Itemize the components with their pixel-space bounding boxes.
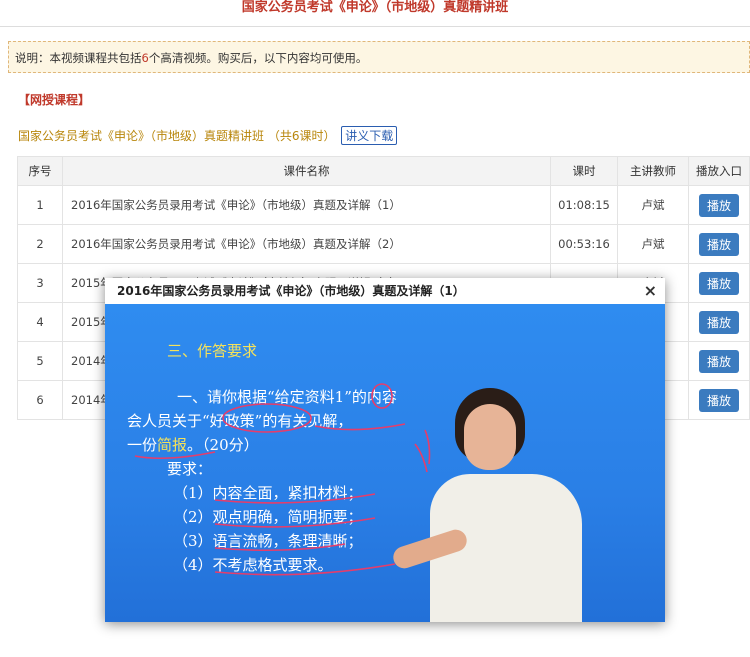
row-play-cell: 播放 <box>688 263 750 303</box>
table-row: 2 2016年国家公务员录用考试《申论》（市地级）真题及详解（2） 00:53:… <box>17 224 750 264</box>
row-play-cell: 播放 <box>688 185 750 225</box>
table-row: 1 2016年国家公务员录用考试《申论》（市地级）真题及详解（1） 01:08:… <box>17 185 750 225</box>
row-play-cell: 播放 <box>688 224 750 264</box>
row-play-cell: 播放 <box>688 341 750 381</box>
play-button[interactable]: 播放 <box>698 232 739 256</box>
row-duration: 01:08:15 <box>550 185 618 225</box>
row-no: 5 <box>17 341 63 381</box>
row-no: 3 <box>17 263 63 303</box>
play-button[interactable]: 播放 <box>698 310 739 334</box>
col-header-name: 课件名称 <box>62 156 551 186</box>
row-duration: 00:53:16 <box>550 224 618 264</box>
row-no: 1 <box>17 185 63 225</box>
annotation-underline <box>214 493 376 504</box>
notice-box: 说明：本视频课程共包括6个高清视频。购买后，以下内容均可使用。 <box>8 41 750 73</box>
video-frame[interactable]: 三、作答要求 一、请你根据“给定资料1”的内容 会人员关于“好政策”的有关见解，… <box>105 304 665 622</box>
annotation-underline <box>134 451 216 460</box>
section-tag: 【网授课程】 <box>18 93 91 107</box>
play-button[interactable]: 播放 <box>698 193 739 217</box>
row-name[interactable]: 2016年国家公务员录用考试《申论》（市地级）真题及详解（2） <box>62 224 551 264</box>
row-play-cell: 播放 <box>688 380 750 420</box>
play-button[interactable]: 播放 <box>698 271 739 295</box>
close-icon[interactable]: × <box>644 278 657 304</box>
play-button[interactable]: 播放 <box>698 388 739 412</box>
download-handout-link[interactable]: 讲义下载 <box>341 126 398 145</box>
player-title: 2016年国家公务员录用考试《申论》（市地级）真题及详解（1） <box>117 284 465 298</box>
annotation-circle <box>222 403 312 433</box>
player-title-bar[interactable]: 2016年国家公务员录用考试《申论》（市地级）真题及详解（1） × <box>105 278 665 305</box>
annotation-underline <box>214 517 376 528</box>
row-no: 6 <box>17 380 63 420</box>
row-teacher: 卢斌 <box>617 185 689 225</box>
lecturer-figure <box>390 388 590 622</box>
course-line: 国家公务员考试《申论》（市地级）真题精讲班 （共6课时） 讲义下载 <box>18 126 398 145</box>
lecturer-face <box>464 404 516 470</box>
row-play-cell: 播放 <box>688 302 750 342</box>
annotation-underline <box>214 543 346 552</box>
col-header-play: 播放入口 <box>688 156 750 186</box>
col-header-no: 序号 <box>17 156 63 186</box>
row-name[interactable]: 2016年国家公务员录用考试《申论》（市地级）真题及详解（1） <box>62 185 551 225</box>
page-title: 国家公务员考试《申论》（市地级）真题精讲班 <box>241 0 509 15</box>
row-teacher: 卢斌 <box>617 224 689 264</box>
annotation-underline <box>314 423 406 431</box>
annotation-scribble <box>414 429 431 473</box>
table-header-row: 序号 课件名称 课时 主讲教师 播放入口 <box>17 156 750 186</box>
col-header-teacher: 主讲教师 <box>617 156 689 186</box>
annotation-underline <box>214 563 396 576</box>
header-divider <box>0 26 750 27</box>
notice-suffix: 个高清视频。购买后，以下内容均可使用。 <box>148 51 368 65</box>
video-player-modal: 2016年国家公务员录用考试《申论》（市地级）真题及详解（1） × 三、作答要求… <box>105 278 665 622</box>
row-no: 2 <box>17 224 63 264</box>
row-no: 4 <box>17 302 63 342</box>
course-name: 国家公务员考试《申论》（市地级）真题精讲班 （共6课时） <box>18 129 336 143</box>
notice-prefix: 说明：本视频课程共包括 <box>15 51 142 65</box>
annotation-circle <box>371 383 393 409</box>
col-header-duration: 课时 <box>550 156 618 186</box>
play-button[interactable]: 播放 <box>698 349 739 373</box>
notice-count: 6 <box>141 51 149 65</box>
